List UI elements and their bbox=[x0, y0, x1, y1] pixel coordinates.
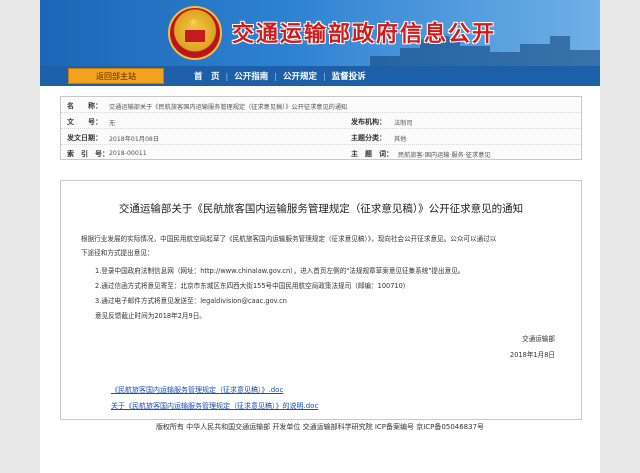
meta-name-label: 名 称： bbox=[67, 102, 102, 110]
document-content: 交通运输部关于《民航旅客国内运输服务管理规定（征求意见稿）》公开征求意见的通知 … bbox=[60, 180, 582, 420]
meta-row-name: 名 称： 交通运输部关于《民航旅客国内运输服务管理规定（征求意见稿）》公开征求意… bbox=[61, 97, 581, 113]
page-footer: 版权所有 中华人民共和国交通运输部 开发单位 交通运输部科学研究院 ICP备案编… bbox=[155, 423, 485, 431]
main-nav: 返回部主站 首 页 | 公开指南 | 公开规定 | 监督投诉 bbox=[40, 66, 600, 86]
meta-index-label: 索 引 号： bbox=[67, 150, 109, 158]
meta-index-value: 2018-00011 bbox=[109, 150, 147, 157]
national-emblem-icon: ★ bbox=[168, 6, 222, 60]
home-button[interactable]: 返回部主站 bbox=[68, 68, 164, 84]
site-title: 交通运输部政府信息公开 bbox=[232, 22, 497, 47]
sign-date: 2018年1月8日 bbox=[510, 351, 555, 359]
signature: 交通运输部 bbox=[522, 335, 555, 343]
item-2: 2.通过信函方式将意见寄至：北京市东城区东四西大街155号中国民用航空局政策法规… bbox=[95, 282, 410, 290]
meta-keywords-value: 民航旅客·国内运输·服务·征求意见 bbox=[398, 152, 491, 159]
attachment-link-draft[interactable]: 《民航旅客国内运输服务管理规定（征求意见稿）》.doc bbox=[111, 385, 283, 395]
meta-date-label: 发文日期： bbox=[67, 134, 102, 142]
site-banner: ★ 交通运输部政府信息公开 bbox=[40, 0, 600, 66]
item-1: 1.登录中国政府法制信息网（网址：http://www.chinalaw.gov… bbox=[95, 267, 465, 275]
meta-row-index: 索 引 号： 2018-00011 主 题 词： 民航旅客·国内运输·服务·征求… bbox=[61, 145, 581, 161]
meta-docno-label: 文 号： bbox=[67, 118, 102, 126]
item-3: 3.通过电子邮件方式将意见发送至：legaldivision@caac.gov.… bbox=[95, 297, 287, 305]
meta-category-value: 其他 bbox=[394, 136, 407, 143]
nav-item-guide[interactable]: 公开指南 bbox=[228, 70, 274, 82]
deadline-text: 意见反馈截止时间为2018年2月9日。 bbox=[95, 312, 206, 320]
intro-paragraph-line-1: 根据行业发展的实际情况，中国民用航空局起草了《民航旅客国内运输服务管理规定（征求… bbox=[81, 235, 497, 243]
document-title: 交通运输部关于《民航旅客国内运输服务管理规定（征求意见稿）》公开征求意见的通知 bbox=[118, 203, 524, 215]
nav-item-rules[interactable]: 公开规定 bbox=[277, 70, 323, 82]
attachment-link-explanation[interactable]: 关于《民航旅客国内运输服务管理规定（征求意见稿）》的说明.doc bbox=[111, 401, 318, 411]
page-container: ★ 交通运输部政府信息公开 返回部主站 首 页 | 公开指南 | 公开规定 | … bbox=[40, 0, 600, 473]
meta-issuer-label: 发布机构： bbox=[351, 118, 386, 126]
nav-links: 首 页 | 公开指南 | 公开规定 | 监督投诉 bbox=[188, 66, 372, 86]
meta-row-docno: 文 号： 无 发布机构： 法制司 bbox=[61, 113, 581, 129]
intro-paragraph-line-2: 下途径和方式提出意见： bbox=[81, 249, 154, 257]
meta-docno-value: 无 bbox=[109, 120, 116, 127]
meta-name-value: 交通运输部关于《民航旅客国内运输服务管理规定（征求意见稿）》公开征求意见的通知 bbox=[109, 104, 348, 111]
nav-item-home[interactable]: 首 页 bbox=[188, 70, 226, 82]
meta-issuer-value: 法制司 bbox=[394, 120, 413, 127]
meta-date-value: 2018年01月08日 bbox=[109, 136, 160, 143]
meta-row-date: 发文日期： 2018年01月08日 主题分类： 其他 bbox=[61, 129, 581, 145]
nav-item-complaint[interactable]: 监督投诉 bbox=[326, 70, 372, 82]
meta-keywords-label: 主 题 词： bbox=[351, 150, 393, 158]
document-metadata: 名 称： 交通运输部关于《民航旅客国内运输服务管理规定（征求意见稿）》公开征求意… bbox=[60, 96, 582, 160]
meta-category-label: 主题分类： bbox=[351, 134, 386, 142]
